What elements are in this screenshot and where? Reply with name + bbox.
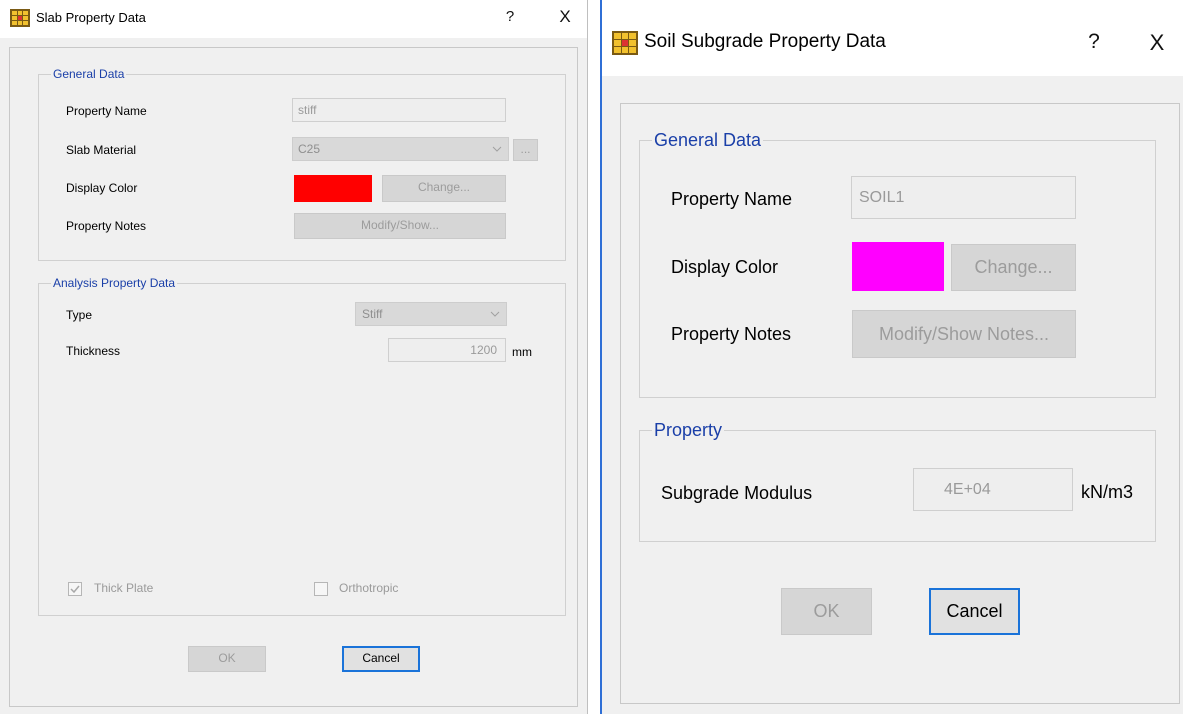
slab-client-area: General Data Property Name stiff Slab Ma… (9, 47, 578, 707)
soil-property-notes-label: Property Notes (671, 324, 792, 344)
soil-display-color-label: Display Color (671, 257, 779, 277)
soil-property-legend: Property (654, 420, 723, 440)
slab-title-bar: Slab Property Data ? X (0, 0, 587, 38)
etabs-app-icon (10, 9, 30, 27)
soil-title-bar: Soil Subgrade Property Data ? X (602, 0, 1183, 76)
slab-material-browse-button[interactable]: ... (513, 139, 538, 161)
slab-modify-show-button[interactable]: Modify/Show... (294, 213, 506, 239)
chevron-down-icon (492, 138, 502, 160)
slab-help-button[interactable]: ? (500, 8, 520, 25)
soil-general-data-legend: General Data (654, 130, 762, 150)
slab-orthotropic-label: Orthotropic (339, 581, 399, 595)
slab-type-label: Type (66, 308, 93, 322)
soil-property-name-label: Property Name (671, 189, 793, 209)
slab-thick-plate-label: Thick Plate (94, 581, 154, 595)
slab-material-label: Slab Material (66, 143, 137, 157)
chevron-down-icon (490, 303, 500, 325)
soil-modify-show-notes-button[interactable]: Modify/Show Notes... (852, 310, 1076, 358)
slab-thick-plate-checkbox[interactable] (68, 582, 82, 596)
slab-close-button[interactable]: X (555, 7, 575, 27)
soil-ok-button[interactable]: OK (781, 588, 872, 635)
dialog-gap (588, 0, 600, 714)
slab-analysis-group: Analysis Property Data (38, 276, 566, 616)
soil-display-color-swatch (852, 242, 944, 291)
slab-type-select[interactable]: Stiff (355, 302, 507, 326)
slab-thickness-label: Thickness (66, 344, 121, 358)
slab-dialog-title: Slab Property Data (36, 10, 146, 25)
soil-subgrade-modulus-label: Subgrade Modulus (661, 483, 813, 503)
check-icon (70, 585, 80, 594)
slab-change-color-button[interactable]: Change... (382, 175, 506, 202)
slab-cancel-button[interactable]: Cancel (342, 646, 420, 672)
slab-property-name-input[interactable]: stiff (292, 98, 506, 122)
soil-property-name-input[interactable]: SOIL1 (851, 176, 1076, 219)
slab-property-name-label: Property Name (66, 104, 147, 118)
soil-help-button[interactable]: ? (1084, 30, 1104, 54)
soil-client-area: General Data Property Name SOIL1 Display… (620, 103, 1180, 704)
slab-property-dialog: Slab Property Data ? X General Data Prop… (0, 0, 588, 714)
slab-display-color-label: Display Color (66, 181, 138, 195)
slab-orthotropic-checkbox[interactable] (314, 582, 328, 596)
slab-analysis-legend: Analysis Property Data (53, 276, 176, 290)
soil-close-button[interactable]: X (1146, 30, 1168, 56)
soil-subgrade-modulus-input[interactable]: 4E+04 (913, 468, 1073, 511)
soil-property-group: Property (639, 420, 1156, 542)
soil-property-dialog: Soil Subgrade Property Data ? X General … (600, 0, 1183, 714)
slab-property-notes-label: Property Notes (66, 219, 147, 233)
soil-subgrade-unit: kN/m3 (1081, 482, 1134, 502)
slab-general-data-legend: General Data (53, 67, 125, 81)
slab-material-select[interactable]: C25 (292, 137, 509, 161)
slab-thickness-input[interactable]: 1200 (388, 338, 506, 362)
slab-material-value: C25 (298, 142, 321, 156)
slab-type-value: Stiff (362, 307, 383, 321)
slab-display-color-swatch (294, 175, 372, 202)
soil-change-color-button[interactable]: Change... (951, 244, 1076, 291)
soil-dialog-title: Soil Subgrade Property Data (644, 31, 886, 52)
soil-cancel-button[interactable]: Cancel (929, 588, 1020, 635)
slab-thickness-unit: mm (512, 345, 532, 359)
slab-ok-button[interactable]: OK (188, 646, 266, 672)
etabs-app-icon (612, 31, 638, 55)
